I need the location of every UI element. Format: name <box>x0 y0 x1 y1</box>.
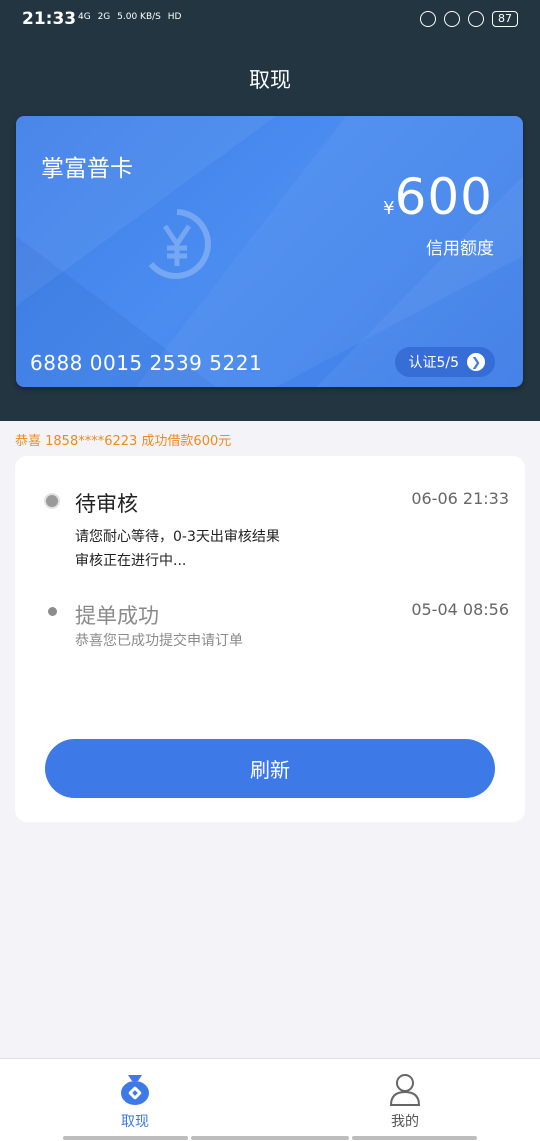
currency-symbol: ¥ <box>383 198 395 219</box>
step-active-dot-icon <box>44 493 60 509</box>
credit-card: 掌富普卡 ¥600 信用额度 6888 0015 2539 5221 认证5/5… <box>16 116 523 387</box>
step-done-dot-icon <box>48 607 57 616</box>
yen-icon <box>148 209 211 279</box>
nav-indicator-right <box>352 1136 477 1140</box>
nav-indicator-left <box>63 1136 188 1140</box>
amount-value: 600 <box>394 168 493 226</box>
nav-indicator-middle <box>191 1136 349 1140</box>
hd-indicator: HD <box>167 12 182 22</box>
network-indicators: 4G 2G 5.00 KB/S HD <box>78 12 185 22</box>
step-title-pending: 待审核 <box>75 492 138 516</box>
card-number: 6888 0015 2539 5221 <box>30 351 263 375</box>
status-right: 87 <box>420 11 518 27</box>
alarm-icon <box>468 11 484 27</box>
refresh-button[interactable]: 刷新 <box>45 739 495 798</box>
tab-withdraw-label: 取现 <box>121 1114 149 1130</box>
user-icon <box>389 1074 421 1106</box>
status-panel: 待审核 06-06 21:33 请您耐心等待，0-3天出审核结果 审核正在进行中… <box>15 456 525 822</box>
tab-mine[interactable]: 我的 <box>345 1071 465 1131</box>
page-title: 取现 <box>249 68 291 92</box>
tab-withdraw[interactable]: 取现 <box>75 1071 195 1131</box>
tab-bar: 取现 我的 <box>0 1058 540 1141</box>
battery-level: 87 <box>492 11 518 27</box>
status-time: 21:33 <box>22 9 77 29</box>
step-desc-submitted: 恭喜您已成功提交申请订单 <box>75 633 243 649</box>
step-title-submitted: 提单成功 <box>75 604 159 628</box>
status-bar: 21:33 4G 2G 5.00 KB/S HD 87 <box>0 0 540 40</box>
lock-icon <box>444 11 460 27</box>
step-time-submitted: 05-04 08:56 <box>411 600 509 619</box>
network-2g: 2G <box>97 12 111 22</box>
money-bag-icon <box>121 1075 149 1105</box>
step-desc-pending-2: 审核正在进行中... <box>75 553 187 569</box>
step-desc-pending-1: 请您耐心等待，0-3天出审核结果 <box>75 529 280 545</box>
tab-mine-label: 我的 <box>391 1114 419 1130</box>
chevron-right-icon: ❯ <box>467 353 485 371</box>
verification-button[interactable]: 认证5/5 ❯ <box>395 347 495 377</box>
loan-notice: 恭喜 1858****6223 成功借款600元 <box>15 434 232 449</box>
credit-label: 信用额度 <box>426 239 494 259</box>
network-speed: 5.00 KB/S <box>117 12 161 22</box>
credit-amount: ¥600 <box>383 168 493 226</box>
card-name: 掌富普卡 <box>41 156 133 182</box>
network-4g: 4G <box>78 12 91 22</box>
step-time-pending: 06-06 21:33 <box>411 489 509 508</box>
header-area: 21:33 4G 2G 5.00 KB/S HD 87 取现 掌富普卡 ¥600 <box>0 0 540 421</box>
vibrate-icon <box>420 11 436 27</box>
verification-label: 认证5/5 <box>408 355 459 371</box>
